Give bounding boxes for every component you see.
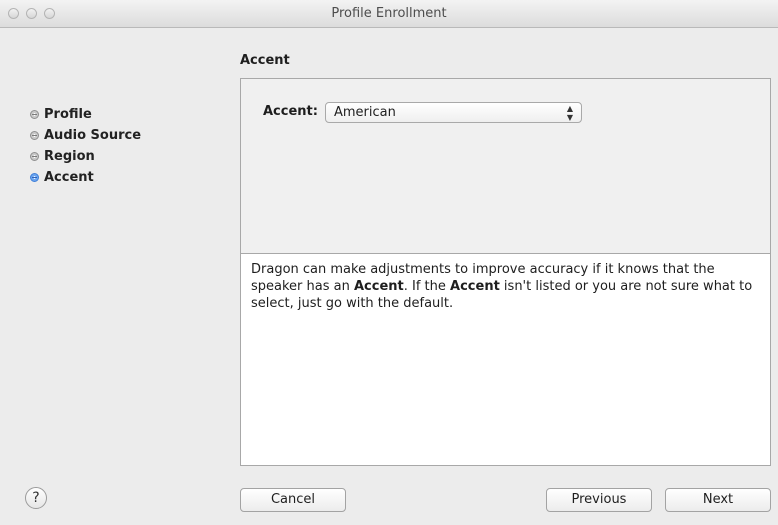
step-label: Profile: [44, 107, 92, 122]
enrollment-steps: Profile Audio Source Region Accent: [30, 104, 141, 188]
step-label: Region: [44, 149, 95, 164]
step-status-icon: [30, 110, 39, 119]
previous-button[interactable]: Previous: [546, 488, 652, 512]
step-status-icon: [30, 131, 39, 140]
step-profile: Profile: [30, 104, 141, 125]
accent-select[interactable]: American ▲ ▼: [325, 102, 582, 123]
accent-select-value: American: [334, 105, 396, 120]
next-button[interactable]: Next: [665, 488, 771, 512]
cancel-button[interactable]: Cancel: [240, 488, 346, 512]
title-bar: Profile Enrollment: [0, 0, 778, 28]
step-status-icon: [30, 152, 39, 161]
step-current-icon: [30, 173, 39, 182]
window-title: Profile Enrollment: [331, 6, 447, 21]
step-label: Audio Source: [44, 128, 142, 143]
page-title: Accent: [240, 53, 290, 68]
step-audio-source: Audio Source: [30, 125, 141, 146]
step-region: Region: [30, 146, 141, 167]
help-button[interactable]: ?: [25, 487, 47, 509]
accent-options-area: Accent: American ▲ ▼: [241, 79, 770, 254]
profile-enrollment-window: Profile Enrollment Accent Profile Audio …: [0, 0, 778, 525]
accent-label: Accent:: [263, 104, 318, 119]
step-accent: Accent: [30, 167, 141, 188]
accent-description: Dragon can make adjustments to improve a…: [251, 262, 753, 311]
content-panel: Accent: American ▲ ▼ Dragon can make adju…: [240, 78, 771, 466]
select-arrows-icon: ▲ ▼: [566, 103, 573, 122]
step-label: Accent: [44, 170, 94, 185]
